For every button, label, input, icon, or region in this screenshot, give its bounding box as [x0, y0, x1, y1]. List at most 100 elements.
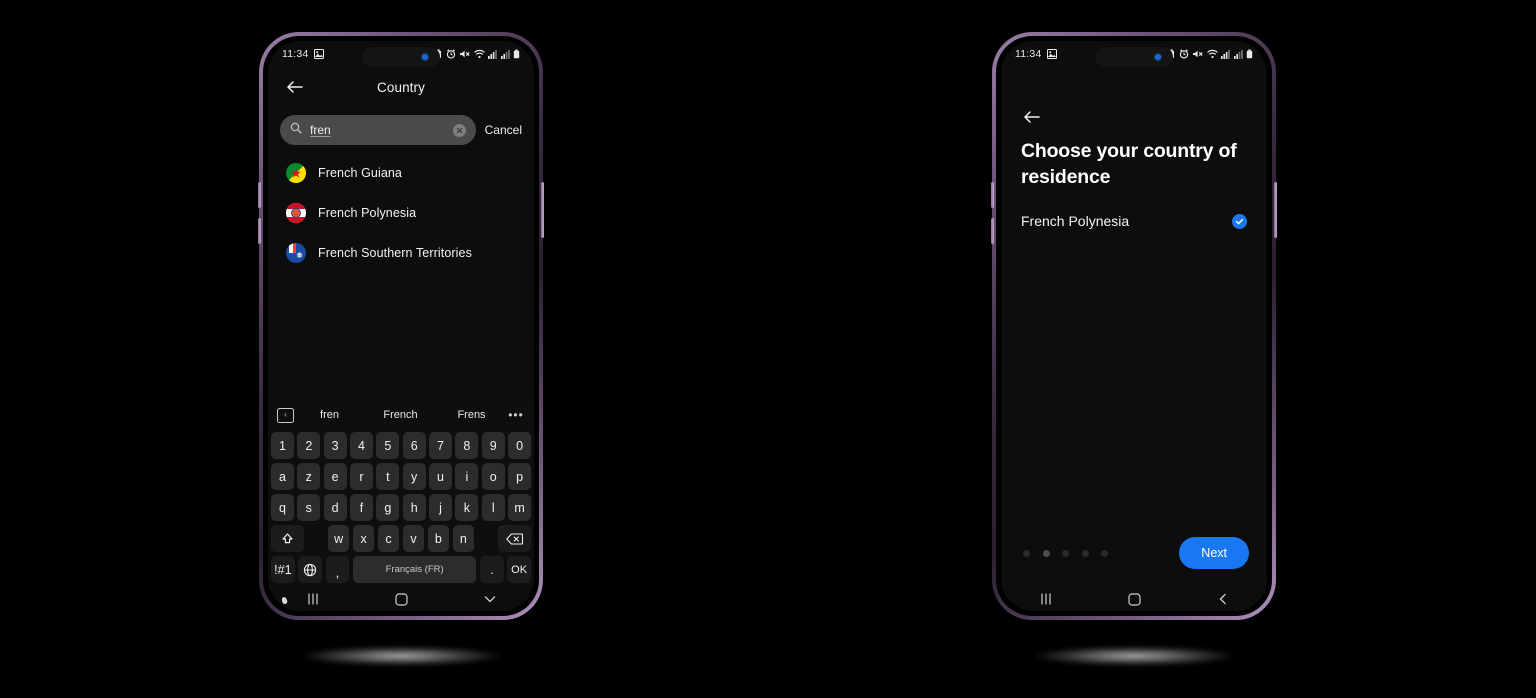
cancel-button[interactable]: Cancel [485, 123, 522, 137]
pagination-dot[interactable] [1023, 549, 1030, 557]
key-q[interactable]: q [271, 494, 294, 521]
signal-2-icon [1233, 50, 1243, 59]
search-input[interactable]: fren [280, 115, 476, 145]
key-u[interactable]: u [429, 463, 452, 490]
key-a[interactable]: a [271, 463, 294, 490]
key-j[interactable]: j [429, 494, 452, 521]
key-e[interactable]: e [323, 463, 347, 490]
key-g[interactable]: g [376, 494, 400, 521]
key-d[interactable]: d [323, 494, 347, 521]
status-left-group: 11:34 [1015, 48, 1057, 60]
key-0[interactable]: 0 [508, 432, 531, 459]
key-v[interactable]: v [402, 525, 425, 552]
wifi-icon [1206, 49, 1218, 59]
key-5[interactable]: 5 [376, 432, 400, 459]
key-x[interactable]: x [352, 525, 375, 552]
key-r[interactable]: r [350, 463, 373, 490]
list-item[interactable]: ★ French Guiana [268, 153, 534, 193]
home-button[interactable] [1128, 592, 1142, 606]
key-l[interactable]: l [481, 494, 505, 521]
right-phone-volume-button[interactable] [991, 182, 994, 208]
pagination-dot[interactable] [1101, 549, 1108, 557]
left-phone-power-button[interactable] [541, 182, 544, 238]
signal-2-icon [500, 50, 510, 59]
selected-country-row[interactable]: French Polynesia [1021, 213, 1247, 229]
key-1[interactable]: 1 [271, 432, 294, 459]
left-phone-volume-button[interactable] [258, 182, 261, 208]
key-b[interactable]: b [427, 525, 450, 552]
onboarding-footer: Next [1019, 537, 1249, 569]
pagination-dot-active[interactable] [1042, 549, 1050, 557]
enter-key[interactable]: OK [507, 556, 532, 583]
language-globe-icon[interactable] [298, 556, 323, 583]
left-phone-volume-down-button[interactable] [258, 218, 261, 244]
right-phone-volume-down-button[interactable] [991, 218, 994, 244]
left-app-bar: Country [268, 67, 534, 107]
right-phone-power-button[interactable] [1274, 182, 1277, 238]
key-z[interactable]: z [297, 463, 321, 490]
period-key[interactable]: . [479, 556, 504, 583]
more-suggestions-icon[interactable]: ••• [507, 408, 525, 422]
key-s[interactable]: s [297, 494, 321, 521]
flag-icon-french-guiana: ★ [286, 163, 306, 183]
key-k[interactable]: k [455, 494, 479, 521]
left-phone-shadow [300, 646, 502, 666]
key-o[interactable]: o [481, 463, 505, 490]
suggestion-item[interactable]: fren [294, 409, 365, 421]
clipboard-icon[interactable]: ‹ [277, 407, 294, 423]
comma-key[interactable]: , [325, 556, 350, 583]
virtual-keyboard: ‹ fren French Frens ••• 1 2 3 4 5 6 7 8 … [268, 402, 534, 587]
country-name: French Southern Territories [318, 246, 472, 260]
status-time: 11:34 [1015, 48, 1042, 60]
key-f[interactable]: f [350, 494, 373, 521]
keyboard-row-bottom: w x c v b n [271, 525, 531, 552]
back-button[interactable] [1217, 592, 1229, 606]
pagination-dots [1019, 549, 1108, 557]
back-arrow-icon[interactable] [1021, 107, 1041, 127]
page-title: Country [377, 79, 425, 95]
key-n[interactable]: n [452, 525, 475, 552]
key-i[interactable]: i [455, 463, 479, 490]
screenshot-stage: 11:34 Country fren Cancel ★ French Guian… [0, 0, 1536, 698]
back-arrow-icon[interactable] [284, 77, 304, 97]
flag-icon-french-southern-territories: ❅ [286, 243, 306, 263]
clear-search-icon[interactable] [452, 123, 466, 137]
key-8[interactable]: 8 [455, 432, 479, 459]
shift-key-icon[interactable] [271, 525, 305, 552]
symbols-key[interactable]: !#1 [270, 556, 295, 583]
pagination-dot[interactable] [1081, 549, 1089, 557]
right-nav-bar [1001, 587, 1267, 611]
home-button[interactable] [394, 592, 408, 606]
key-t[interactable]: t [376, 463, 400, 490]
hide-keyboard-button[interactable] [483, 593, 497, 605]
left-phone-bezel: 11:34 Country fren Cancel ★ French Guian… [263, 36, 539, 616]
suggestion-item[interactable]: Frens [436, 409, 507, 421]
key-4[interactable]: 4 [350, 432, 373, 459]
recents-button[interactable] [1039, 593, 1053, 605]
key-6[interactable]: 6 [402, 432, 426, 459]
selected-country-label: French Polynesia [1021, 213, 1130, 229]
key-3[interactable]: 3 [323, 432, 347, 459]
backspace-key-icon[interactable] [497, 525, 531, 552]
battery-icon [1246, 49, 1253, 59]
space-key[interactable]: Français (FR) [352, 556, 477, 583]
recents-button[interactable] [306, 593, 320, 605]
flag-icon-french-polynesia [286, 203, 306, 223]
key-2[interactable]: 2 [297, 432, 321, 459]
photo-icon [313, 49, 324, 59]
key-h[interactable]: h [402, 494, 426, 521]
signal-1-icon [488, 50, 497, 59]
key-m[interactable]: m [508, 494, 531, 521]
key-y[interactable]: y [402, 463, 426, 490]
list-item[interactable]: French Polynesia [268, 193, 534, 233]
suggestion-item[interactable]: French [365, 409, 436, 421]
list-item[interactable]: ❅ French Southern Territories [268, 233, 534, 273]
key-9[interactable]: 9 [481, 432, 505, 459]
key-p[interactable]: p [508, 463, 531, 490]
pagination-dot[interactable] [1062, 549, 1069, 557]
key-7[interactable]: 7 [429, 432, 452, 459]
right-phone-screen: 11:34 Choose your country of residence F… [1001, 41, 1267, 611]
key-c[interactable]: c [377, 525, 400, 552]
key-w[interactable]: w [327, 525, 350, 552]
next-button[interactable]: Next [1179, 537, 1249, 569]
